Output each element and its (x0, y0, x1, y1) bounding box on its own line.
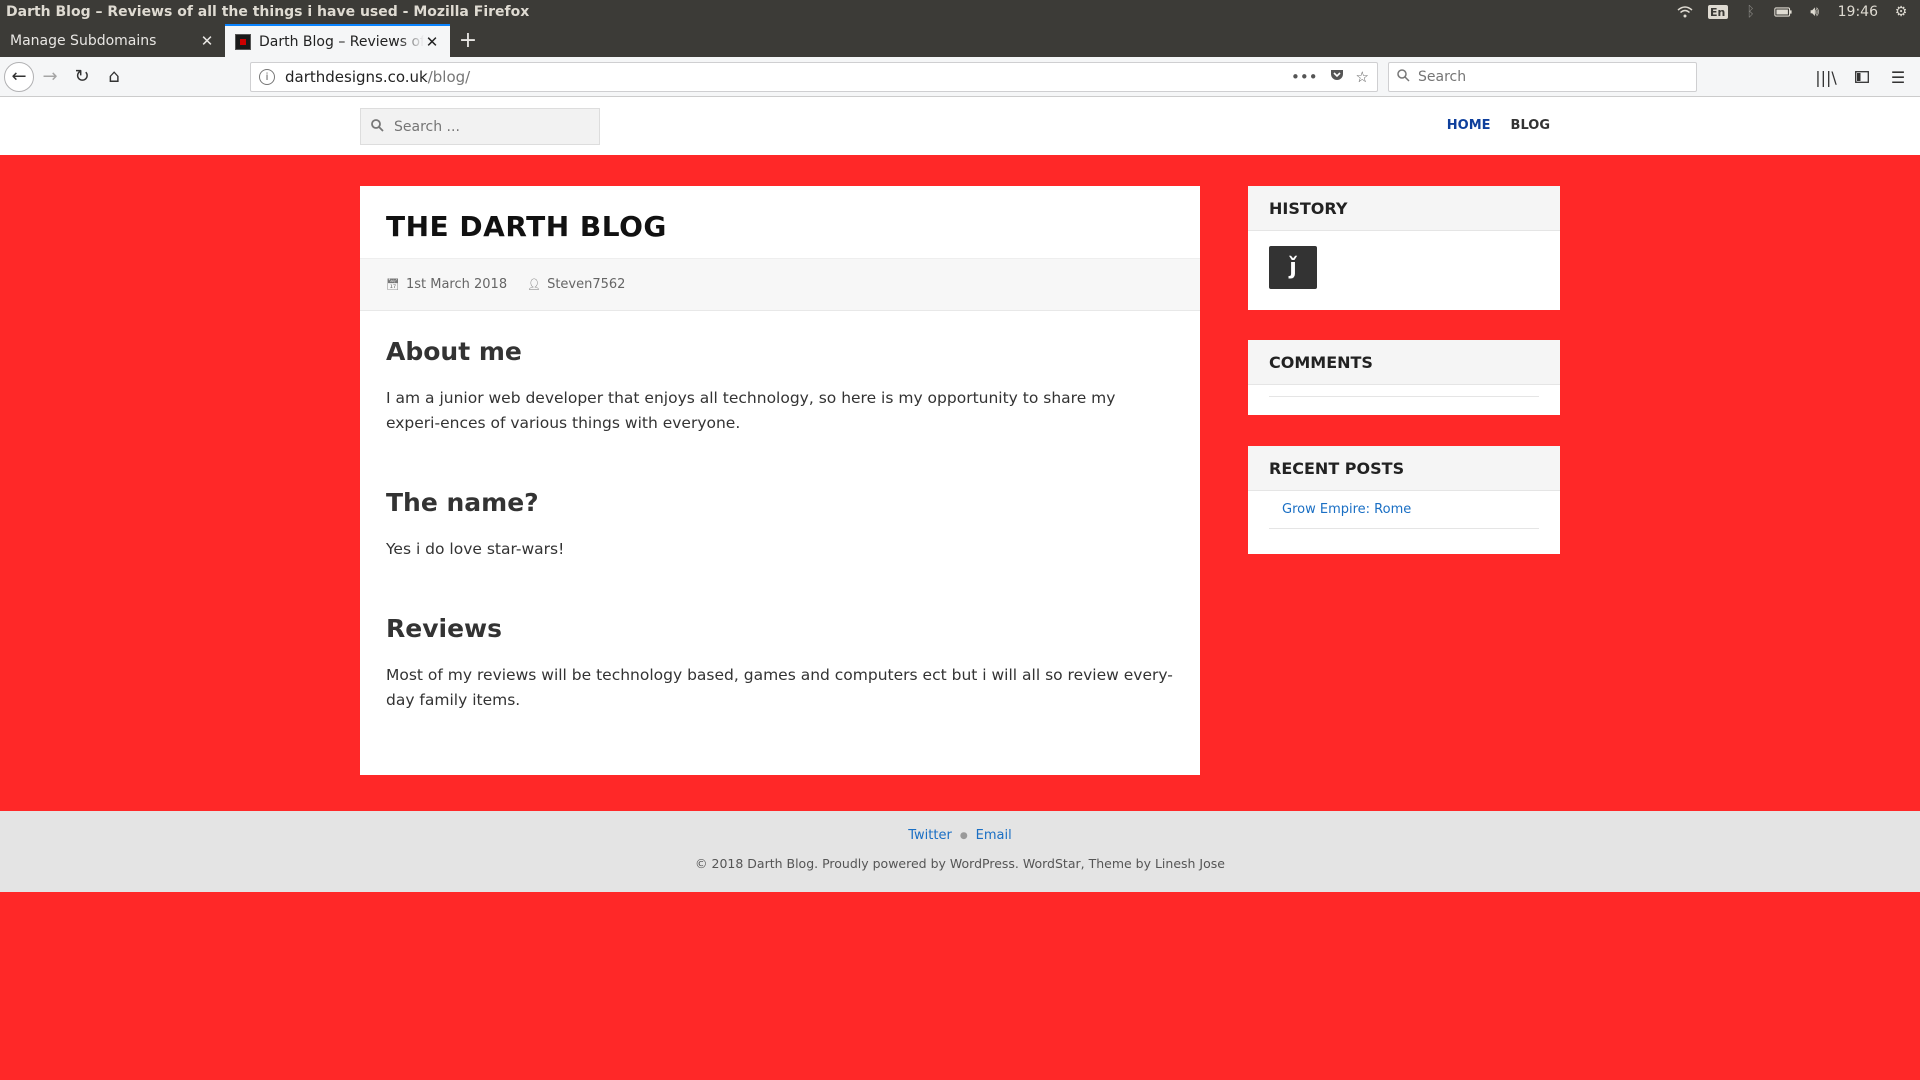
system-settings-icon[interactable]: ⚙ (1892, 4, 1910, 20)
post-meta: 📅︎ 1st March 2018 👤︎ Steven7562 (360, 259, 1200, 311)
post-date[interactable]: 📅︎ 1st March 2018 (386, 277, 507, 292)
tab-darth-blog[interactable]: Darth Blog – Reviews of all the things i… (225, 24, 450, 57)
favicon-icon (235, 33, 251, 50)
email-link[interactable]: Email (976, 828, 1012, 843)
browser-search-box[interactable] (1388, 62, 1697, 92)
wifi-icon[interactable] (1676, 5, 1694, 19)
calendar-icon: 📅︎ (386, 278, 400, 291)
divider (1269, 396, 1539, 397)
os-title-bar: Darth Blog – Reviews of all the things i… (0, 0, 1920, 24)
section-heading-reviews: Reviews (386, 614, 503, 643)
site-info-icon[interactable]: i (259, 69, 275, 85)
list-item: Grow Empire: Rome (1269, 491, 1539, 529)
site-search-box[interactable] (360, 108, 600, 145)
widget-title: HISTORY (1248, 186, 1560, 231)
tab-manage-subdomains[interactable]: Manage Subdomains ✕ (0, 24, 225, 57)
separator-dot: ● (959, 830, 968, 841)
site-header: HOME BLOG (0, 97, 1920, 155)
url-host: darthdesigns.co.uk (285, 68, 428, 86)
browser-search-input[interactable] (1418, 69, 1678, 85)
recent-posts-widget: RECENT POSTS Grow Empire: Rome (1248, 446, 1560, 554)
battery-icon[interactable] (1773, 5, 1792, 19)
nav-home-link[interactable]: HOME (1447, 118, 1491, 133)
post-author-text: Steven7562 (547, 277, 626, 292)
clock[interactable]: 19:46 (1838, 4, 1878, 20)
history-archive-icon[interactable]: ǰ (1269, 246, 1317, 289)
menu-icon[interactable]: ☰ (1882, 61, 1914, 93)
site-search-input[interactable] (394, 118, 584, 135)
navigation-toolbar: ← → ↻ ⌂ i darthdesigns.co.uk/blog/ ••• ☆… (0, 57, 1920, 97)
nav-blog-link[interactable]: BLOG (1511, 118, 1550, 133)
new-tab-button[interactable]: + (450, 24, 486, 57)
tab-strip: Manage Subdomains ✕ Darth Blog – Reviews… (0, 24, 1920, 57)
comments-widget: COMMENTS (1248, 340, 1560, 415)
tab-label: Darth Blog – Reviews of all the things i… (259, 33, 424, 50)
sidebar-toggle-icon[interactable] (1846, 61, 1878, 93)
recent-posts-list: Grow Empire: Rome (1248, 491, 1560, 529)
tab-label: Manage Subdomains (10, 32, 157, 49)
section-heading-name: The name? (386, 488, 539, 517)
window-title: Darth Blog – Reviews of all the things i… (6, 4, 530, 20)
toolbar-right: |||\ ☰ (1810, 61, 1914, 93)
section-text-reviews: Most of my reviews will be technology ba… (386, 666, 1173, 709)
site-footer: Twitter ● Email © 2018 Darth Blog. Proud… (0, 811, 1920, 892)
site-nav: HOME BLOG (1447, 118, 1550, 133)
volume-icon[interactable]: 🔊︎ (1806, 4, 1824, 20)
search-icon (371, 117, 384, 136)
widget-title: COMMENTS (1248, 340, 1560, 385)
post-body: About me I am a junior web developer tha… (360, 311, 1200, 791)
system-tray: En ᛒ 🔊︎ 19:46 ⚙ (1676, 4, 1920, 20)
url-bar[interactable]: i darthdesigns.co.uk/blog/ ••• ☆ (250, 62, 1378, 92)
search-icon (1397, 68, 1410, 86)
home-button[interactable]: ⌂ (98, 61, 130, 93)
back-button[interactable]: ← (4, 61, 34, 92)
bookmark-star-icon[interactable]: ☆ (1356, 68, 1369, 86)
post-author[interactable]: 👤︎ Steven7562 (527, 277, 625, 292)
bluetooth-icon[interactable]: ᛒ (1742, 4, 1760, 20)
section-text-about: I am a junior web developer that enjoys … (386, 389, 1116, 432)
keyboard-layout-indicator[interactable]: En (1707, 5, 1728, 19)
url-path: /blog/ (427, 68, 471, 86)
twitter-link[interactable]: Twitter (908, 828, 952, 843)
reload-button[interactable]: ↻ (66, 61, 98, 93)
section-heading-about: About me (386, 337, 522, 366)
history-widget: HISTORY ǰ (1248, 186, 1560, 310)
section-text-name: Yes i do love star-wars! (386, 540, 565, 558)
widget-title: RECENT POSTS (1248, 446, 1560, 491)
user-icon: 👤︎ (527, 278, 542, 291)
post-date-text: 1st March 2018 (405, 277, 508, 292)
pocket-icon[interactable] (1330, 68, 1344, 86)
footer-links: Twitter ● Email (0, 811, 1920, 843)
post-title: THE DARTH BLOG (360, 186, 1200, 259)
forward-button[interactable]: → (34, 61, 66, 93)
close-tab-icon[interactable]: ✕ (199, 32, 215, 50)
library-icon[interactable]: |||\ (1810, 61, 1842, 93)
close-tab-icon[interactable]: ✕ (424, 33, 440, 51)
post-card: THE DARTH BLOG 📅︎ 1st March 2018 👤︎ Steven… (360, 186, 1200, 775)
page-actions-icon[interactable]: ••• (1291, 68, 1318, 86)
recent-post-link[interactable]: Grow Empire: Rome (1282, 502, 1411, 517)
footer-copyright: © 2018 Darth Blog. Proudly powered by Wo… (695, 856, 1225, 871)
